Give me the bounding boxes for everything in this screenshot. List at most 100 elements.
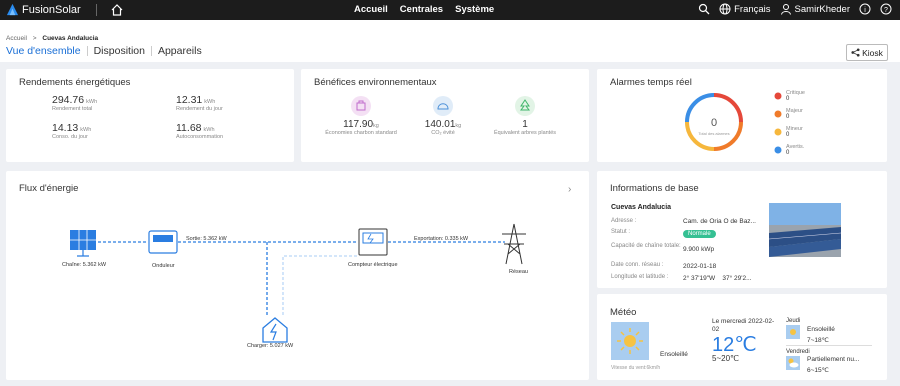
environment-title: Bénéfices environnementaux	[314, 77, 437, 88]
minor-icon	[774, 128, 782, 136]
inverter-icon[interactable]	[148, 230, 178, 254]
svg-text:?: ?	[884, 7, 888, 14]
user-menu[interactable]: SamirKheder	[780, 3, 850, 15]
language-selector[interactable]: Français	[719, 3, 771, 15]
co2-label: CO₂ évité	[431, 130, 455, 136]
forecast-cond-2: Partiellement nu...	[807, 356, 860, 363]
grid-tower-icon[interactable]	[502, 223, 526, 265]
alarm-critical[interactable]: Critique 0	[774, 90, 805, 103]
weather-condition: Ensoleillé	[660, 351, 688, 358]
globe-icon	[719, 3, 731, 15]
connection-date-label: Date conn. réseau :	[611, 262, 664, 268]
environment-card: Bénéfices environnementaux 117.90kg Écon…	[301, 69, 589, 162]
daily-consumption: 14.13 kWh Conso. du jour	[52, 122, 91, 140]
alarm-major[interactable]: Majeur 0	[774, 108, 805, 121]
alarm-donut: 0 Total des alarmes	[685, 93, 743, 151]
tab-divider	[150, 46, 152, 56]
forecast-range-2: 6~15℃	[807, 367, 829, 374]
energy-flow-title: Flux d'énergie	[19, 183, 79, 194]
coal-label: Économies charbon standard	[325, 130, 397, 136]
nav-systeme[interactable]: Système	[455, 4, 494, 15]
nav-centrales[interactable]: Centrales	[400, 4, 443, 15]
yields-card: Rendements énergétiques 294.76 kWh Rendeme…	[6, 69, 294, 162]
tab-devices[interactable]: Appareils	[158, 45, 202, 57]
alarm-list: Critique 0 Majeur 0 Mineur 0 Avertis. 0	[774, 90, 805, 162]
help-icon[interactable]: ?	[880, 3, 892, 15]
user-icon	[780, 4, 791, 15]
daily-yield-label: Rendement du jour	[176, 106, 223, 112]
search-icon[interactable]	[698, 3, 710, 15]
forecast-day-1: Jeudi	[786, 318, 801, 324]
alarms-title: Alarmes temps réel	[610, 77, 692, 88]
wind-speed: Vitesse du vent:6km/h	[611, 365, 661, 371]
address-label: Adresse :	[611, 218, 637, 224]
language-label: Français	[734, 3, 771, 15]
base-info-title: Informations de base	[610, 183, 699, 194]
status-badge: Normale	[683, 230, 716, 238]
secondary-flow-line	[282, 255, 358, 315]
alarm-total: 0	[711, 117, 717, 129]
solar-panel-icon[interactable]	[70, 230, 96, 257]
daily-yield: 12.31 kWh Rendement du jour	[176, 94, 223, 112]
home-icon[interactable]	[110, 3, 124, 17]
trees-planted: 1 Équivalent arbres plantés	[485, 96, 565, 137]
alarm-warning[interactable]: Avertis. 0	[774, 144, 805, 157]
co2-avoided: 140.01kg CO₂ évité	[403, 96, 483, 137]
unit: kg	[455, 123, 462, 129]
tree-icon	[515, 96, 535, 116]
capacity-label: Capacité de chaîne totale:	[611, 243, 681, 249]
site-name: Cuevas Andalucia	[611, 204, 672, 211]
chevron-right-icon[interactable]: ›	[568, 184, 571, 195]
export-power: Exportation: 0.335 kW	[414, 236, 469, 242]
tab-divider	[86, 46, 88, 56]
forecast-range-1: 7~18℃	[807, 337, 829, 344]
info-icon[interactable]: i	[859, 3, 871, 15]
total-yield-label: Rendement total	[52, 106, 93, 112]
share-icon	[851, 48, 860, 57]
alarm-count: 0	[786, 150, 790, 156]
divider	[96, 4, 97, 16]
meter-label: Compteur électrique	[348, 262, 398, 268]
self-consumption: 11.68 kWh Autoconsommation	[176, 122, 223, 140]
coal-value: 117.90	[343, 119, 374, 130]
unit: kWh	[80, 127, 92, 133]
co2-icon	[433, 96, 453, 116]
alarm-count: 0	[786, 132, 790, 138]
coordinates-label: Longitude et latitude :	[611, 274, 669, 280]
tab-layout[interactable]: Disposition	[94, 45, 145, 57]
breadcrumb-separator: >	[32, 35, 37, 42]
divider	[786, 345, 872, 346]
total-yield: 294.76 kWh Rendement total	[52, 94, 97, 112]
trees-label: Équivalent arbres plantés	[493, 130, 557, 136]
status-label: Statut :	[611, 229, 631, 235]
top-bar: FusionSolar Accueil Centrales Système Fr…	[0, 0, 900, 20]
tab-overview[interactable]: Vue d'ensemble	[6, 45, 81, 57]
weather-tile	[611, 322, 649, 360]
coal-icon	[351, 96, 371, 116]
output-power: Sortie: 5.362 kW	[186, 236, 227, 242]
breadcrumb-root[interactable]: Accueil	[6, 35, 27, 42]
kiosk-label: Kiosk	[862, 47, 883, 58]
unit: kg	[373, 123, 379, 129]
breadcrumb: Accueil > Cuevas Andalucia	[6, 35, 98, 42]
alarm-minor[interactable]: Mineur 0	[774, 126, 805, 139]
total-yield-value: 294.76	[52, 94, 85, 106]
co2-value: 140.01	[424, 119, 456, 130]
charger-icon[interactable]	[262, 317, 288, 343]
unit: kWh	[203, 127, 215, 133]
inverter-label: Onduleur	[152, 263, 175, 269]
forecast-cond-1: Ensoleillé	[807, 326, 835, 333]
daily-consumption-value: 14.13	[52, 122, 79, 134]
warning-icon	[774, 146, 782, 154]
connection-date-value: 2022-01-18	[683, 263, 717, 270]
yields-title: Rendements énergétiques	[19, 77, 131, 88]
grid-label: Réseau	[509, 269, 528, 275]
nav-accueil[interactable]: Accueil	[354, 4, 388, 15]
address-value: Cam. de Oria O de Baz...	[683, 218, 756, 225]
alarm-count: 0	[786, 96, 790, 102]
kiosk-button[interactable]: Kiosk	[846, 44, 888, 61]
electric-meter-icon[interactable]	[358, 228, 388, 256]
user-name: SamirKheder	[794, 3, 850, 15]
capacity-value: 9.900 kWp	[683, 246, 715, 253]
fusionsolar-logo[interactable]: FusionSolar	[6, 3, 81, 16]
